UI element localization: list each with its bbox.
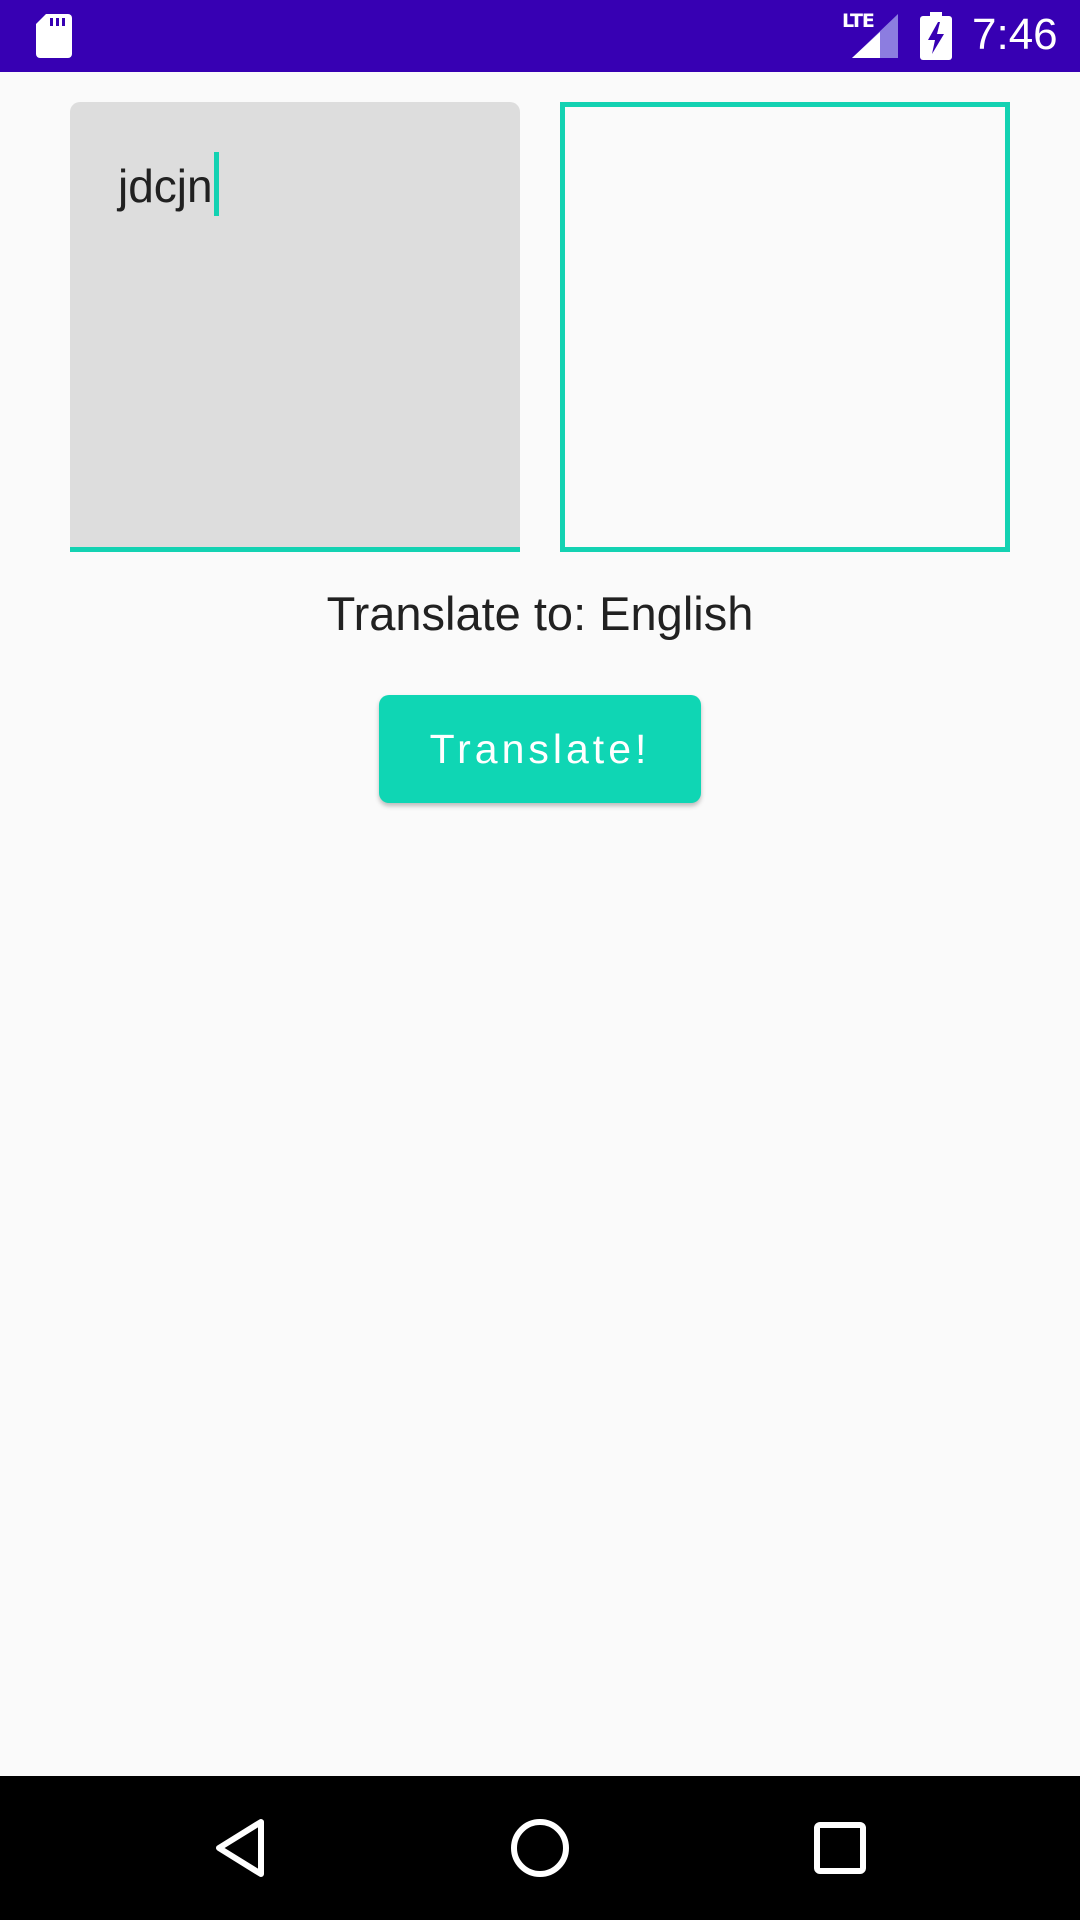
sd-card-icon [36, 14, 72, 58]
text-cursor [213, 152, 219, 216]
navigation-bar [0, 1776, 1080, 1920]
source-text: jdcjn [118, 160, 213, 212]
translate-button[interactable]: Translate! [379, 695, 701, 803]
battery-charging-icon [920, 12, 952, 60]
recents-icon[interactable] [804, 1812, 876, 1884]
status-bar: LTE 7:46 [0, 0, 1080, 72]
source-text-input[interactable]: jdcjn [70, 102, 520, 552]
translation-output-box[interactable] [560, 102, 1010, 552]
input-underline [70, 547, 520, 552]
source-text-value: jdcjn [118, 152, 219, 216]
signal-icon [852, 14, 898, 58]
home-icon[interactable] [504, 1812, 576, 1884]
translate-to-label[interactable]: Translate to: English [0, 586, 1080, 641]
back-icon[interactable] [205, 1812, 277, 1884]
clock: 7:46 [972, 10, 1058, 59]
